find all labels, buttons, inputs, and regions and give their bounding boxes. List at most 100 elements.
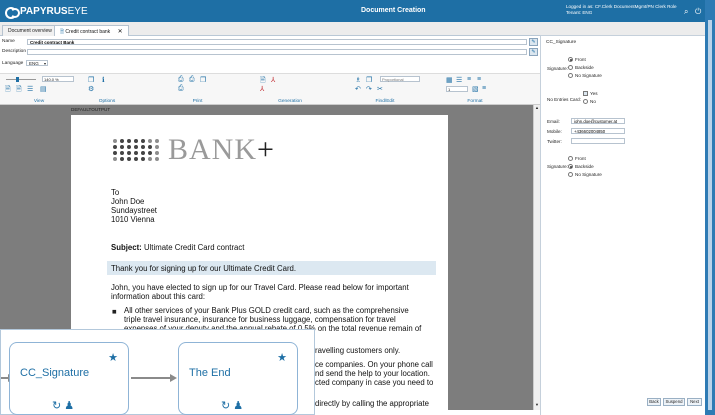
search-icon[interactable]: ⌕ [684, 7, 688, 17]
radio-label: No [590, 99, 596, 104]
checkbox-label: Yes [590, 91, 598, 96]
mobile-field[interactable] [571, 128, 625, 134]
back-button[interactable]: Back [647, 398, 661, 406]
paragraph-line: John, you have elected to sign up for ou… [111, 283, 409, 292]
undo-icon[interactable]: ↶ [355, 85, 361, 93]
cut-icon[interactable]: ✂ [377, 85, 383, 93]
group-label: Generation [278, 99, 302, 104]
power-icon[interactable]: ⏻ [695, 7, 701, 17]
language-select[interactable]: ENG ▾ [26, 60, 48, 66]
email-field[interactable] [571, 118, 625, 124]
radio-front[interactable] [568, 57, 573, 62]
scroll-up-icon[interactable]: ▲ [535, 105, 539, 110]
font-select[interactable]: Proportional [380, 76, 420, 82]
export-icon[interactable]: ❐ [200, 76, 206, 84]
user-icon: ↻ ♟ [52, 400, 75, 412]
name-field[interactable] [27, 39, 527, 45]
layout-icon[interactable]: 🗎 [16, 85, 22, 96]
align-icon[interactable]: ≡ [467, 76, 471, 83]
name-label: Name [2, 39, 15, 44]
color-icon[interactable]: ▧ [472, 85, 479, 93]
group-print: ⎙ ⎙ ❐ ⎙ Print [160, 74, 235, 106]
radio-label: No Signature [575, 172, 602, 177]
arrow-connector [131, 374, 177, 382]
text-fragment: directly by calling the appropriate [315, 399, 429, 408]
redo-icon[interactable]: ↷ [366, 85, 372, 93]
app-title: Document Creation [361, 7, 426, 14]
paragraph-line: information about this card: [111, 292, 206, 301]
twitter-field[interactable] [571, 138, 625, 144]
language-label: Language [2, 61, 24, 66]
no-entries-label: No Entries Card: [547, 97, 581, 102]
node-label: The End [189, 367, 231, 379]
radio-no-signature[interactable] [568, 73, 573, 78]
papyrus-logo-icon [5, 5, 20, 19]
font-value: Proportional [382, 77, 404, 82]
zoom-slider[interactable] [6, 79, 36, 80]
workflow-node-the-end[interactable]: ★ The End ↻ ♟ [178, 342, 298, 415]
tab-document-overview[interactable]: Document overview [2, 25, 58, 36]
properties-panel [540, 22, 705, 415]
bank-word: BANK [168, 133, 258, 166]
radio-no[interactable] [583, 99, 588, 104]
thanks-text: Thank you for signing up for our Ultimat… [111, 264, 297, 273]
editor-scrollbar[interactable]: ▲ ▼ [533, 105, 540, 410]
gear-icon[interactable]: ⚙ [88, 85, 94, 93]
bank-logo: BANK + [113, 133, 274, 167]
radio-backside[interactable] [568, 164, 573, 169]
star-icon: ★ [108, 352, 118, 364]
edit-description-button[interactable]: ✎ [529, 48, 538, 56]
bullet-marker: ■ [112, 307, 117, 316]
email-label: Email: [547, 119, 560, 124]
ribbon-toolbar: 140.0 % 🗎 🗎 ☰ ▤ View ❐ ℹ ⚙ Options ⎙ ⎙ ❐… [0, 73, 540, 105]
zoom-slider-handle[interactable] [16, 77, 19, 82]
spacing-icon[interactable]: ≡ [482, 85, 486, 92]
radio-front[interactable] [568, 156, 573, 161]
arrow-in [1, 374, 15, 382]
page-view-icon[interactable]: 🗎 [5, 85, 11, 96]
generation-icon[interactable]: ⅄ [271, 76, 275, 84]
suspend-button[interactable]: Suspend [663, 398, 685, 406]
find-icon[interactable]: ♗ [355, 76, 361, 84]
mobile-label: Mobile: [547, 129, 562, 134]
logo-text-bold: PAPYRUS [20, 5, 68, 17]
user-icon: ↻ ♟ [221, 400, 244, 412]
checkbox-yes[interactable] [583, 91, 588, 96]
edit-icon: ✎ [531, 49, 536, 55]
address-line: John Doe [111, 197, 145, 206]
scroll-down-icon[interactable]: ▼ [535, 402, 539, 407]
options-icon[interactable]: ❐ [88, 76, 94, 84]
address-line: Sundaystreet [111, 206, 157, 215]
document-icon: 🗎 [60, 29, 65, 35]
radio-no-signature[interactable] [568, 172, 573, 177]
edit-name-button[interactable]: ✎ [529, 38, 538, 46]
radio-backside[interactable] [568, 65, 573, 70]
tab-bar: Document overview 🗎 Credit contract bank… [0, 22, 540, 36]
tenant-line: Tenant: ENG [566, 10, 593, 15]
format-icon[interactable]: ▦ [446, 76, 453, 84]
info-icon[interactable]: ℹ [102, 76, 105, 84]
outline-icon[interactable]: ☰ [27, 85, 33, 93]
group-generation: 🗎 ⅄ ⅄ Generation [250, 74, 330, 106]
zoom-select[interactable]: 140.0 % [42, 76, 74, 82]
replace-icon[interactable]: ❐ [366, 76, 372, 84]
indent-icon[interactable]: ≡ [477, 76, 481, 83]
generate-icon[interactable]: ⅄ [260, 85, 264, 93]
subject-line: Subject: Ultimate Credit Card contract [111, 243, 244, 252]
next-button[interactable]: Next [687, 398, 702, 406]
print-settings-icon[interactable]: ⎙ [178, 85, 184, 93]
radio-label: No Signature [575, 73, 602, 78]
layers-icon[interactable]: ▤ [40, 85, 47, 93]
language-value: ENG [29, 61, 39, 66]
print-icon[interactable]: ⎙ [178, 76, 184, 84]
node-label: CC_Signature [20, 367, 90, 379]
tab-credit-contract[interactable]: 🗎 Credit contract bank ✕ [54, 25, 129, 36]
bank-plus: + [257, 133, 274, 166]
size-select[interactable]: 1 [446, 86, 468, 92]
print-preview-icon[interactable]: ⎙ [189, 76, 195, 84]
workflow-node-cc-signature[interactable]: ★ CC_Signature ↻ ♟ [9, 342, 129, 415]
list-icon[interactable]: ☰ [456, 76, 462, 84]
window-scrollbar[interactable] [708, 20, 712, 410]
close-icon[interactable]: ✕ [118, 29, 123, 35]
description-field[interactable] [27, 49, 527, 55]
